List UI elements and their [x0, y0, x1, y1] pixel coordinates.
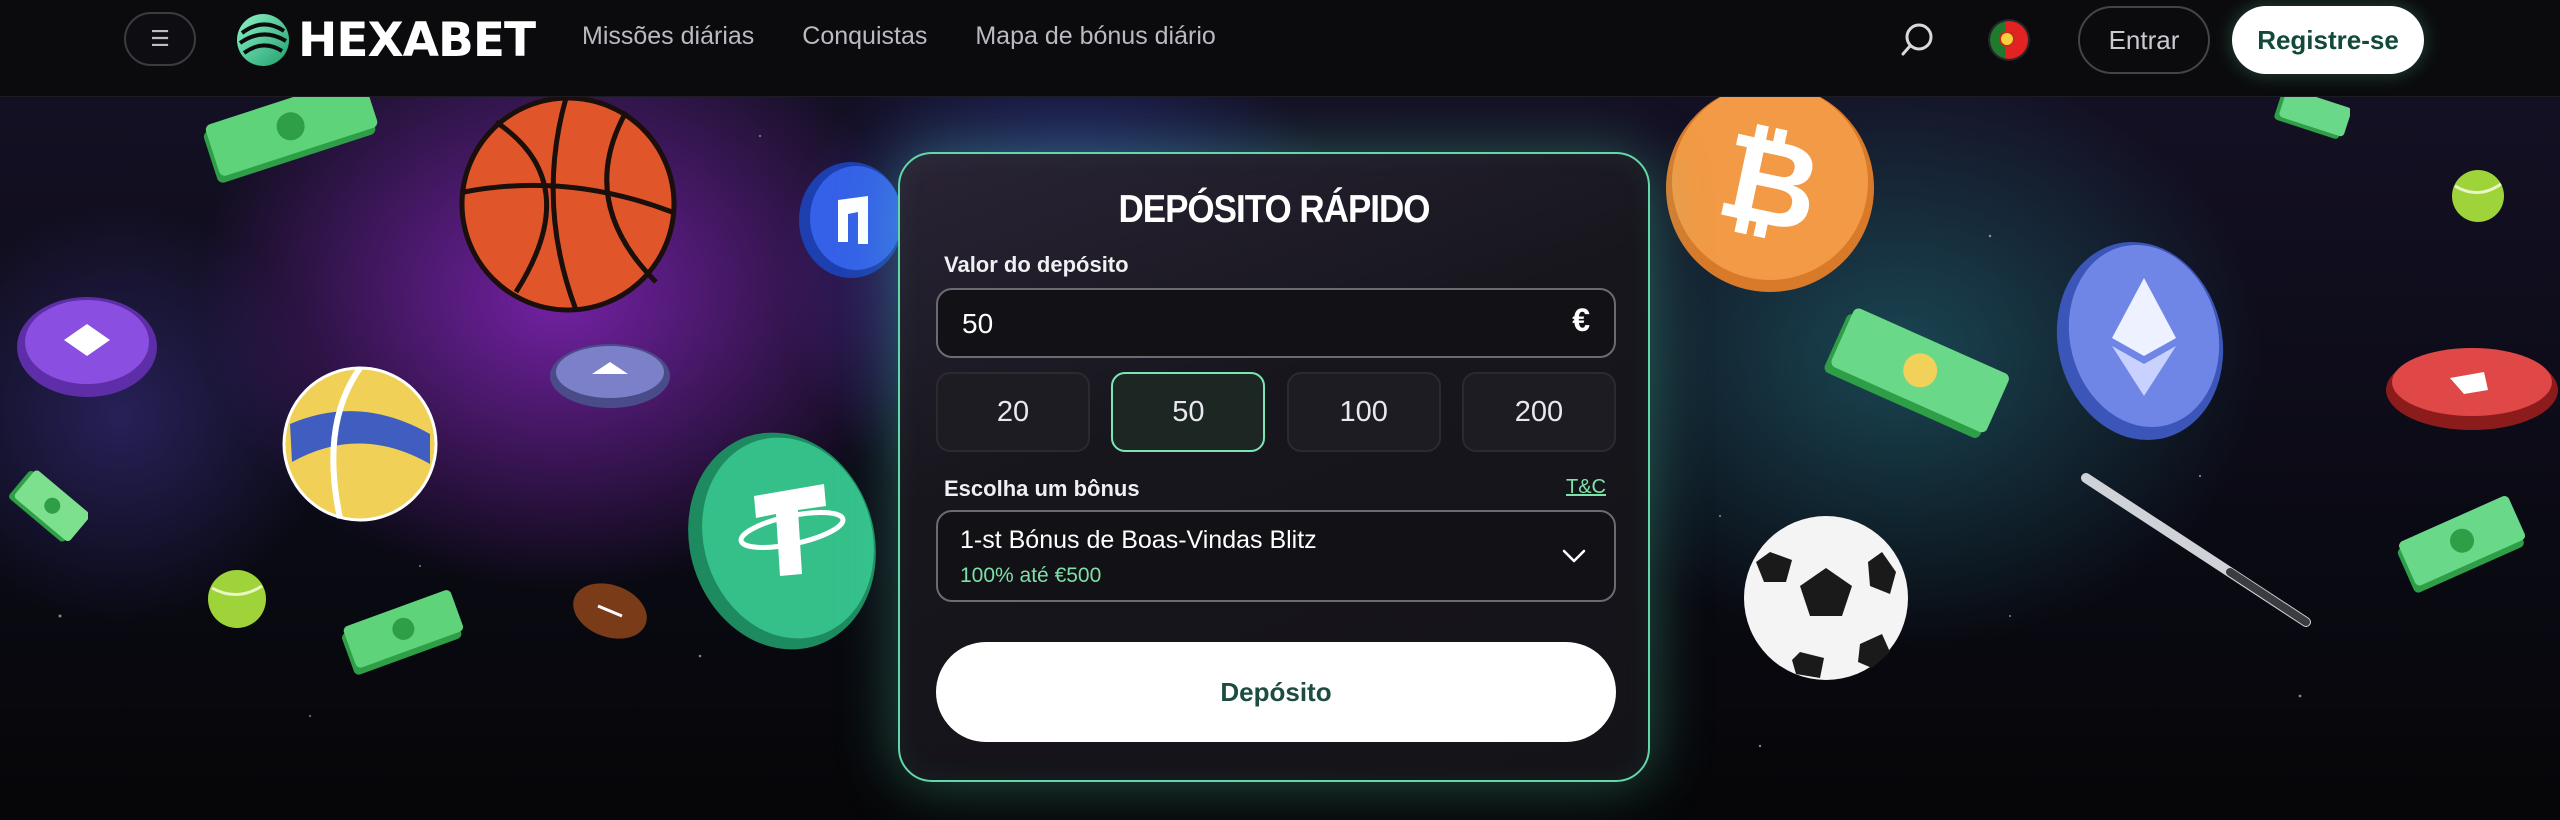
- logo-text: HEXABET: [298, 12, 536, 68]
- main-nav: Missões diárias Conquistas Mapa de bónus…: [582, 22, 1264, 51]
- cash-bill-icon: [2397, 495, 2526, 593]
- search-icon[interactable]: [1898, 20, 1938, 60]
- baseball-bat-icon: [2081, 473, 2311, 627]
- ethereum-coin-icon: [2056, 241, 2224, 441]
- crypto-coin-icon: [17, 297, 157, 397]
- preset-100-button[interactable]: 100: [1286, 372, 1441, 452]
- top-header: ☰ HEXABET Missões diárias Conquistas Map…: [0, 0, 2560, 97]
- portugal-flag-icon[interactable]: [1990, 21, 2028, 59]
- preset-amounts: 20 50 100 200: [936, 372, 1616, 452]
- cash-bill-icon: [2274, 96, 2350, 139]
- nav-achievements[interactable]: Conquistas: [802, 22, 927, 51]
- soccer-ball-icon: [1744, 516, 1908, 680]
- cash-bill-icon: [342, 590, 464, 675]
- crypto-coin-icon: [2386, 348, 2558, 430]
- preset-20-button[interactable]: 20: [936, 372, 1090, 452]
- logo[interactable]: HEXABET: [234, 8, 536, 72]
- football-icon: [573, 583, 647, 639]
- volleyball-icon: [282, 366, 438, 522]
- tether-coin-icon: [688, 432, 876, 650]
- bonus-label: Escolha um bônus: [944, 476, 1140, 501]
- bonus-name: 1-st Bónus de Boas-Vindas Blitz: [960, 526, 1317, 554]
- amount-field[interactable]: €: [936, 288, 1616, 358]
- cash-bill-icon: [203, 96, 378, 183]
- crypto-coin-icon: [550, 344, 670, 408]
- crypto-coin-icon: [799, 162, 903, 278]
- quick-deposit-card: DEPÓSITO RÁPIDO Valor do depósito € 20 5…: [898, 152, 1650, 782]
- tennis-ball-icon: [2452, 170, 2504, 222]
- amount-input[interactable]: [960, 306, 1464, 342]
- nav-daily-missions[interactable]: Missões diárias: [582, 22, 754, 51]
- register-button[interactable]: Registre-se: [2232, 6, 2424, 74]
- hexabet-logo-icon: [237, 14, 289, 66]
- cash-bill-icon: [1824, 308, 2009, 438]
- deposit-button[interactable]: Depósito: [936, 642, 1616, 742]
- tennis-ball-icon: [208, 570, 266, 628]
- preset-200-button[interactable]: 200: [1461, 372, 1616, 452]
- hamburger-menu-button[interactable]: ☰: [124, 12, 196, 66]
- terms-link[interactable]: T&C: [1566, 476, 1606, 499]
- basketball-icon: [459, 96, 677, 313]
- currency-symbol: €: [1572, 302, 1590, 338]
- bonus-select[interactable]: 1-st Bónus de Boas-Vindas Blitz 100% até…: [936, 510, 1616, 602]
- nav-daily-bonus-map[interactable]: Mapa de bónus diário: [975, 22, 1215, 51]
- hamburger-icon: ☰: [150, 26, 170, 52]
- login-button[interactable]: Entrar: [2078, 6, 2210, 74]
- preset-50-button[interactable]: 50: [1111, 372, 1266, 452]
- card-title: DEPÓSITO RÁPIDO: [1118, 188, 1430, 231]
- amount-label: Valor do depósito: [944, 252, 1129, 277]
- chevron-down-icon: [1562, 549, 1586, 563]
- bitcoin-coin-icon: ₿: [1666, 96, 1874, 292]
- bonus-detail: 100% até €500: [960, 564, 1102, 587]
- cash-bill-icon: [9, 470, 88, 542]
